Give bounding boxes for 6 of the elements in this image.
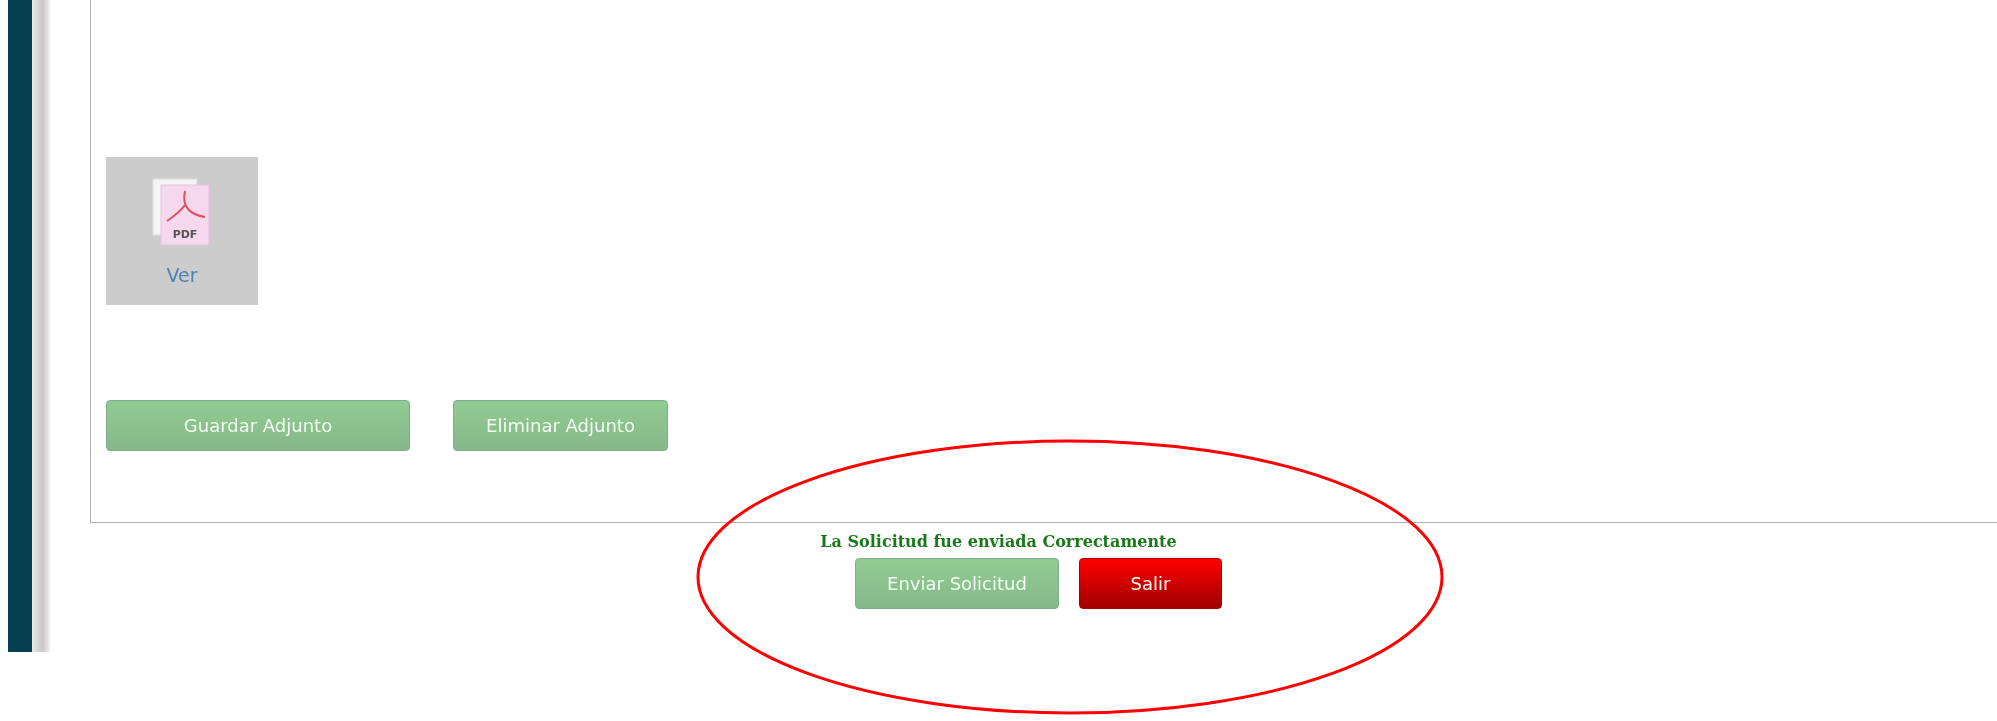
success-message: La Solicitud fue enviada Correctamente: [819, 531, 1178, 553]
exit-button[interactable]: Salir: [1079, 558, 1222, 609]
action-button[interactable]: Enviar Solicitud: [855, 558, 1059, 609]
action-button[interactable]: Eliminar Adjunto: [453, 400, 668, 451]
view-link[interactable]: Ver: [166, 261, 198, 290]
action-button[interactable]: Guardar Adjunto: [106, 400, 410, 451]
